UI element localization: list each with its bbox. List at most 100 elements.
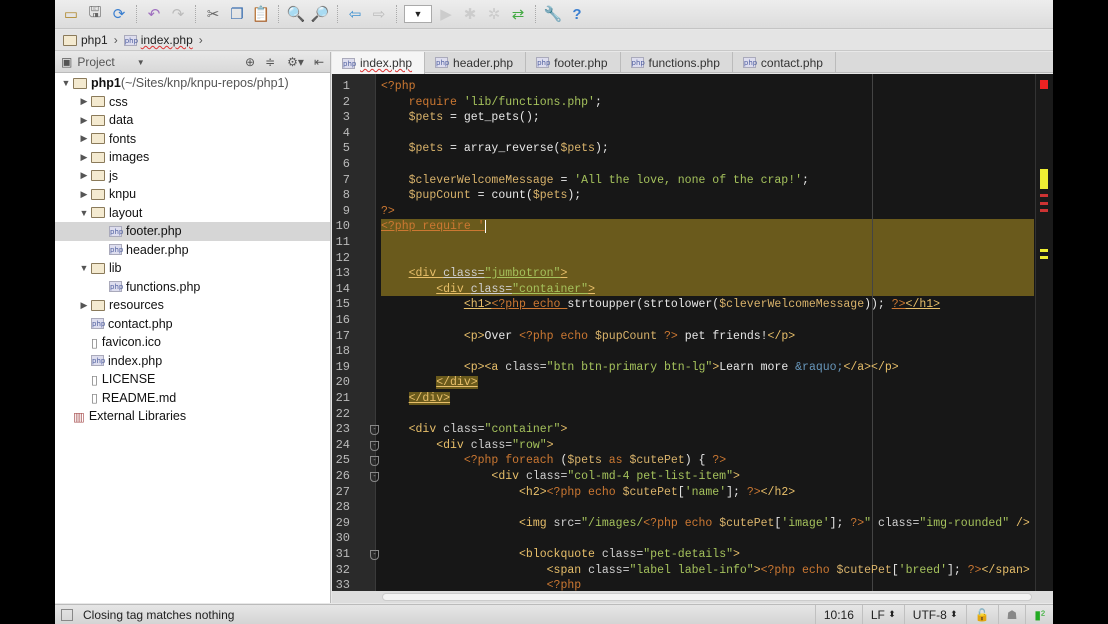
lock-icon[interactable]: 🔓 — [965, 605, 998, 624]
settings-icon[interactable]: 🔧 — [543, 4, 563, 24]
error-stripe[interactable] — [1035, 74, 1053, 591]
tree-item-header-php[interactable]: php header.php — [55, 241, 330, 260]
paste-icon[interactable]: 📋 — [251, 4, 271, 24]
horizontal-scrollbar[interactable] — [332, 591, 1053, 603]
code-token: $cleverWelcomeMessage — [719, 298, 865, 312]
editor-tabs: php index.php php header.php php footer.php ph… — [332, 52, 1053, 74]
tree-item-contact-php[interactable]: php contact.php — [55, 315, 330, 334]
collapsed-arrow-icon[interactable]: ▶ — [77, 300, 91, 311]
collapsed-arrow-icon[interactable]: ▶ — [77, 115, 91, 126]
expanded-arrow-icon[interactable]: ▼ — [59, 78, 73, 88]
line-separator[interactable]: LF ⬍ — [861, 605, 904, 624]
save-icon[interactable]: 🖫 — [85, 4, 105, 24]
tab-functions-php[interactable]: php functions.php — [621, 52, 733, 73]
code-editor[interactable]: 1 2 3 4 5 6 7 8 9 10 11 12 13 14 15 16 17 18 19 20 21 22 23 24 2… — [332, 74, 1053, 603]
code-lines[interactable]: <?php require 'lib/functions.php'; $pets… — [381, 74, 1035, 592]
fold-marker-icon[interactable]: - — [370, 440, 379, 451]
tree-item-css[interactable]: ▶ css — [55, 93, 330, 112]
tab-contact-php[interactable]: php contact.php — [733, 52, 836, 73]
fold-marker-icon[interactable]: - — [370, 550, 379, 560]
warning-marker[interactable] — [1040, 256, 1048, 259]
tree-item-js[interactable]: ▶ js — [55, 167, 330, 186]
breadcrumb-file[interactable]: php index.php — [123, 33, 193, 47]
tree-item-external-libraries[interactable]: ▥ External Libraries — [55, 407, 330, 426]
coverage-icon[interactable]: ✲ — [484, 4, 504, 24]
tree-item-php1[interactable]: ▼ php1 (~/Sites/knp/knpu-repos/php1) — [55, 74, 330, 93]
tree-item-images[interactable]: ▶ images — [55, 148, 330, 167]
run-icon[interactable]: ▶ — [436, 4, 456, 24]
fold-marker-icon[interactable]: - — [370, 456, 379, 467]
code-token: $pets — [408, 142, 444, 156]
warning-marker[interactable] — [1040, 249, 1048, 252]
tree-item-fonts[interactable]: ▶ fonts — [55, 130, 330, 149]
gear-icon[interactable]: ⚙▾ — [287, 55, 304, 69]
code-token: > — [733, 548, 740, 561]
debug-icon[interactable]: ✱ — [460, 4, 480, 24]
collapsed-arrow-icon[interactable]: ▶ — [77, 133, 91, 144]
tree-item-readme-md[interactable]: ▯ README.md — [55, 389, 330, 408]
warning-marker[interactable] — [1040, 169, 1048, 189]
tree-item-layout[interactable]: ▼ layout — [55, 204, 330, 223]
caret-position[interactable]: 10:16 — [814, 605, 862, 624]
hide-panel-icon[interactable]: ⇤ — [314, 55, 324, 69]
project-view-selector[interactable]: Project — [77, 55, 114, 69]
open-folder-icon[interactable]: ▭ — [61, 4, 81, 24]
file-encoding[interactable]: UTF-8 ⬍ — [903, 605, 966, 624]
collapsed-arrow-icon[interactable]: ▶ — [77, 96, 91, 107]
code-token: "jumbotron" — [484, 267, 561, 281]
collapsed-arrow-icon[interactable]: ▶ — [77, 189, 91, 200]
tree-item-knpu[interactable]: ▶ knpu — [55, 185, 330, 204]
event-log-icon[interactable]: ▮² — [1025, 605, 1053, 624]
expanded-arrow-icon[interactable]: ▼ — [77, 208, 91, 218]
line-number: 29 — [335, 515, 350, 530]
error-indicator[interactable] — [1040, 80, 1048, 89]
tree-item-data[interactable]: ▶ data — [55, 111, 330, 130]
collapse-all-icon[interactable]: ≑ — [265, 55, 275, 69]
tree-item-resources[interactable]: ▶ resources — [55, 296, 330, 315]
code-token: "col-md-4 pet-list-item" — [567, 470, 733, 483]
fold-marker-icon[interactable]: - — [370, 472, 379, 482]
tab-label: contact.php — [760, 55, 823, 70]
tab-footer-php[interactable]: php footer.php — [526, 52, 621, 73]
tab-label: header.php — [453, 55, 514, 70]
replace-icon[interactable]: 🔎 — [310, 4, 330, 24]
error-marker[interactable] — [1040, 194, 1048, 197]
scroll-from-source-icon[interactable]: ⊕ — [245, 55, 255, 69]
tree-item-license[interactable]: ▯ LICENSE — [55, 370, 330, 389]
tab-index-php[interactable]: php index.php — [332, 52, 426, 74]
find-icon[interactable]: 🔍 — [286, 4, 306, 24]
back-icon[interactable]: ⇦ — [345, 4, 365, 24]
tree-item-functions-php[interactable]: php functions.php — [55, 278, 330, 297]
forward-icon[interactable]: ⇨ — [369, 4, 389, 24]
vcs-icon[interactable]: ⇄ — [508, 4, 528, 24]
run-config-dropdown[interactable]: ▼ — [404, 5, 432, 23]
collapsed-arrow-icon[interactable]: ▶ — [77, 152, 91, 163]
cut-icon[interactable]: ✂ — [203, 4, 223, 24]
code-token: ]; — [829, 516, 851, 530]
project-panel: ▣ Project ▼ ⊕ ≑ ⚙▾ ⇤ ▼ php1 (~/Sites/knp/… — [55, 52, 331, 603]
scrollbar-thumb[interactable] — [382, 593, 1032, 601]
tree-item-index-php[interactable]: php index.php — [55, 352, 330, 371]
help-icon[interactable]: ? — [567, 4, 587, 24]
error-marker[interactable] — [1040, 209, 1048, 212]
sync-icon[interactable]: ⟳ — [109, 4, 129, 24]
tool-windows-icon[interactable] — [61, 608, 73, 621]
code-token: = count( — [470, 189, 533, 203]
tree-item-lib[interactable]: ▼ lib — [55, 259, 330, 278]
folder-icon — [91, 207, 105, 219]
redo-icon[interactable]: ↷ — [168, 4, 188, 24]
undo-icon[interactable]: ↶ — [144, 4, 164, 24]
copy-icon[interactable]: ❐ — [227, 4, 247, 24]
tree-item-footer-php[interactable]: php footer.php — [55, 222, 330, 241]
collapsed-arrow-icon[interactable]: ▶ — [77, 170, 91, 181]
chevron-down-icon[interactable]: ▼ — [137, 58, 145, 67]
inspector-icon[interactable]: ☗ — [997, 605, 1026, 624]
fold-marker-icon[interactable]: - — [370, 425, 379, 436]
tree-item-favicon-ico[interactable]: ▯ favicon.ico — [55, 333, 330, 352]
breadcrumb-project[interactable]: php1 — [63, 33, 108, 47]
tab-header-php[interactable]: php header.php — [425, 52, 527, 73]
error-marker[interactable] — [1040, 202, 1048, 205]
expanded-arrow-icon[interactable]: ▼ — [77, 263, 91, 273]
